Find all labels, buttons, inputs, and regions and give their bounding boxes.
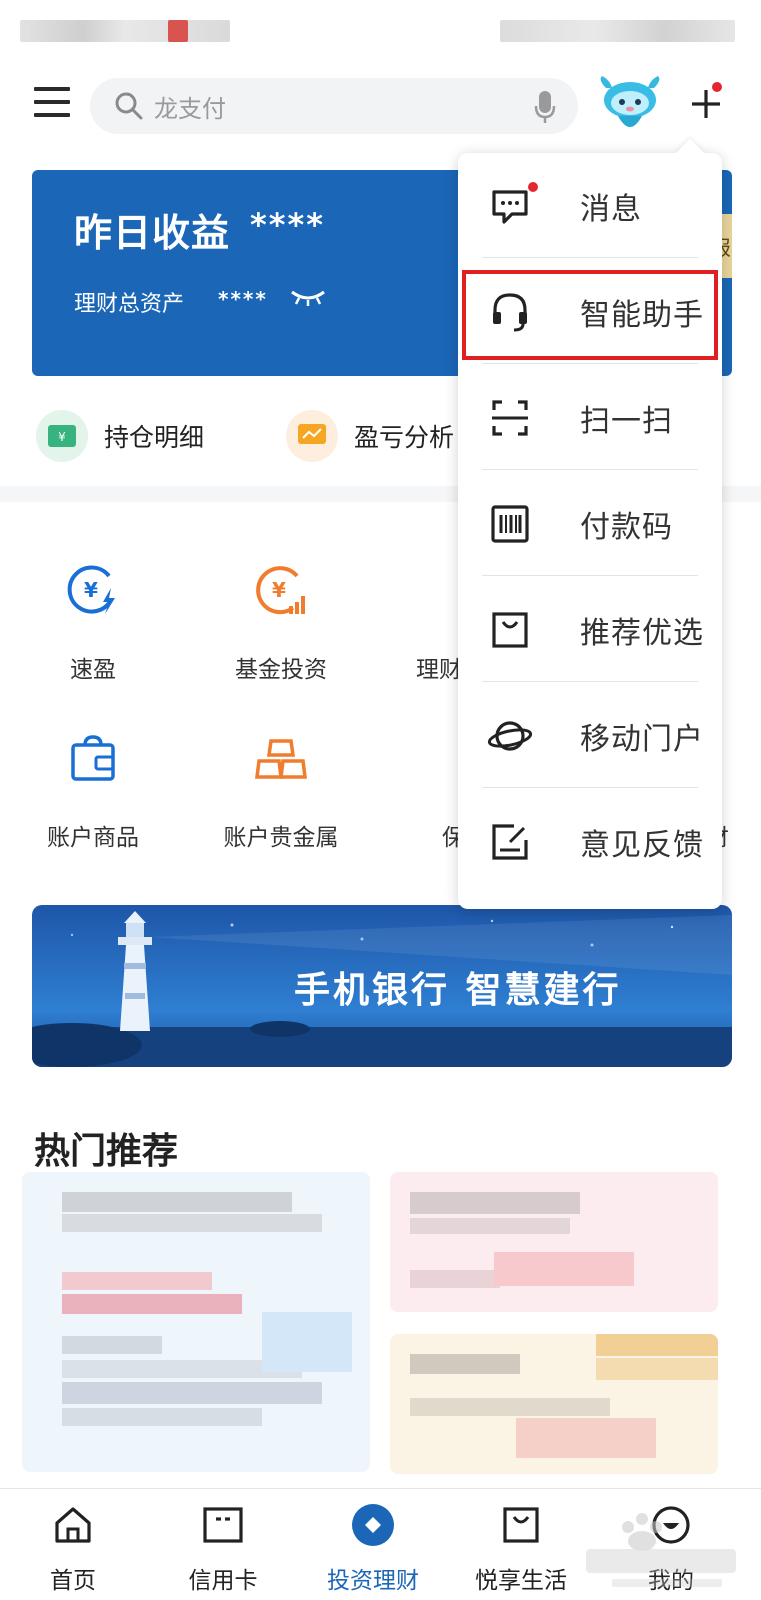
holdings-icon: ¥ <box>36 410 88 462</box>
yesterday-earnings-title: 昨日收益 <box>74 211 231 255</box>
menu-label-recommended: 推荐优选 <box>580 616 704 651</box>
grid-item-account-goods[interactable]: 账户商品 <box>8 728 178 852</box>
invest-icon <box>308 1503 438 1547</box>
eye-closed-icon[interactable] <box>290 288 326 308</box>
holdings-detail-link[interactable]: ¥ 持仓明细 <box>36 410 204 462</box>
mascot-avatar-icon[interactable] <box>596 76 664 136</box>
menu-item-feedback[interactable]: 意见反馈 <box>458 789 722 895</box>
message-icon <box>486 182 538 230</box>
recommendation-card-right-bottom[interactable] <box>390 1334 718 1474</box>
menu-divider <box>482 469 698 470</box>
menu-label-mobile-portal: 移动门户 <box>580 722 704 757</box>
status-bar <box>0 0 761 60</box>
total-assets-masked-value: **** <box>218 287 268 311</box>
menu-label-payment-code: 付款码 <box>580 510 673 545</box>
hot-recommendations-title: 热门推荐 <box>34 1131 179 1172</box>
gold-bars-icon <box>196 728 366 788</box>
hamburger-menu-icon[interactable] <box>34 87 70 119</box>
recommendation-card-right-top[interactable] <box>390 1172 718 1312</box>
nav-credit-card-label: 信用卡 <box>188 1568 258 1594</box>
menu-label-feedback: 意见反馈 <box>580 828 704 863</box>
menu-item-recommended[interactable]: 推荐优选 <box>458 577 722 683</box>
smart-assistant-highlight-box <box>462 270 718 360</box>
menu-divider <box>482 363 698 364</box>
wallet-bag-icon <box>8 728 178 788</box>
menu-divider <box>482 257 698 258</box>
status-bar-left-blurred <box>20 20 230 42</box>
svg-text:¥: ¥ <box>272 578 286 602</box>
bottom-navigation: 首页 信用卡 投资理财 悦享生活 我的 <box>0 1488 761 1600</box>
profit-chart-icon <box>286 410 338 462</box>
planet-icon <box>486 712 534 760</box>
profit-analysis-label: 盈亏分析 <box>354 423 455 452</box>
message-badge-dot <box>528 182 538 192</box>
barcode-icon <box>486 500 534 548</box>
search-bar[interactable]: 龙支付 <box>90 78 578 134</box>
status-bar-right-blurred <box>500 20 735 42</box>
menu-label-scan: 扫一扫 <box>580 404 673 439</box>
promo-banner[interactable]: 手机银行 智慧建行 <box>32 905 732 1067</box>
menu-divider <box>482 681 698 682</box>
profit-analysis-link[interactable]: 盈亏分析 <box>286 410 454 462</box>
nav-lifestyle-label: 悦享生活 <box>475 1568 567 1594</box>
yuan-chart-icon: ¥ <box>196 560 366 620</box>
menu-item-message[interactable]: 消息 <box>458 153 722 259</box>
menu-item-payment-code[interactable]: 付款码 <box>458 471 722 577</box>
nav-home-label: 首页 <box>50 1568 96 1594</box>
menu-label-message: 消息 <box>580 192 642 227</box>
holdings-detail-label: 持仓明细 <box>104 423 205 452</box>
menu-divider <box>482 575 698 576</box>
banner-slogan: 手机银行 智慧建行 <box>294 970 622 1011</box>
grid-label-precious-metal: 账户贵金属 <box>223 825 339 851</box>
grid-item-suying[interactable]: ¥ 速盈 <box>8 560 178 684</box>
grid-item-fund[interactable]: ¥ 基金投资 <box>196 560 366 684</box>
credit-card-icon <box>158 1503 288 1547</box>
search-placeholder: 龙支付 <box>154 94 226 123</box>
feedback-icon <box>486 818 534 866</box>
menu-item-scan[interactable]: 扫一扫 <box>458 365 722 471</box>
earnings-masked-value: **** <box>250 206 325 244</box>
status-bar-red-blurred <box>168 20 188 42</box>
shopping-bag-icon <box>456 1503 586 1547</box>
nav-profile-label: 我的 <box>648 1568 694 1594</box>
grid-item-precious-metal[interactable]: 账户贵金属 <box>196 728 366 852</box>
nav-home[interactable]: 首页 <box>8 1503 138 1595</box>
svg-text:¥: ¥ <box>58 430 66 444</box>
nav-profile[interactable]: 我的 <box>606 1503 736 1595</box>
add-dropdown-menu: 消息 智能助手 扫一扫 付款码 推荐优选 移动门户 意见反馈 <box>458 153 722 909</box>
recommendation-card-left[interactable] <box>22 1172 370 1472</box>
total-assets-label: 理财总资产 <box>74 292 185 317</box>
grid-label-account-goods: 账户商品 <box>47 825 139 851</box>
search-icon <box>115 92 143 120</box>
svg-text:¥: ¥ <box>84 578 98 602</box>
shopping-bag-icon <box>486 606 534 654</box>
profile-icon <box>606 1503 736 1547</box>
microphone-icon[interactable] <box>534 90 556 124</box>
grid-label-suying: 速盈 <box>70 657 116 683</box>
scan-icon <box>486 394 534 442</box>
grid-label-fund: 基金投资 <box>235 657 327 683</box>
investment-page: 龙支付 昨日收益 **** 理财总资产 **** ¥ 持仓明细 盈亏分析 ¥ 速… <box>0 0 761 1600</box>
menu-item-mobile-portal[interactable]: 移动门户 <box>458 683 722 789</box>
nav-credit-card[interactable]: 信用卡 <box>158 1503 288 1595</box>
yuan-lightning-icon: ¥ <box>8 560 178 620</box>
plus-badge-dot <box>712 82 722 92</box>
nav-lifestyle[interactable]: 悦享生活 <box>456 1503 586 1595</box>
menu-divider <box>482 787 698 788</box>
home-icon <box>8 1503 138 1547</box>
nav-invest-label: 投资理财 <box>327 1568 419 1594</box>
nav-invest[interactable]: 投资理财 <box>308 1503 438 1595</box>
